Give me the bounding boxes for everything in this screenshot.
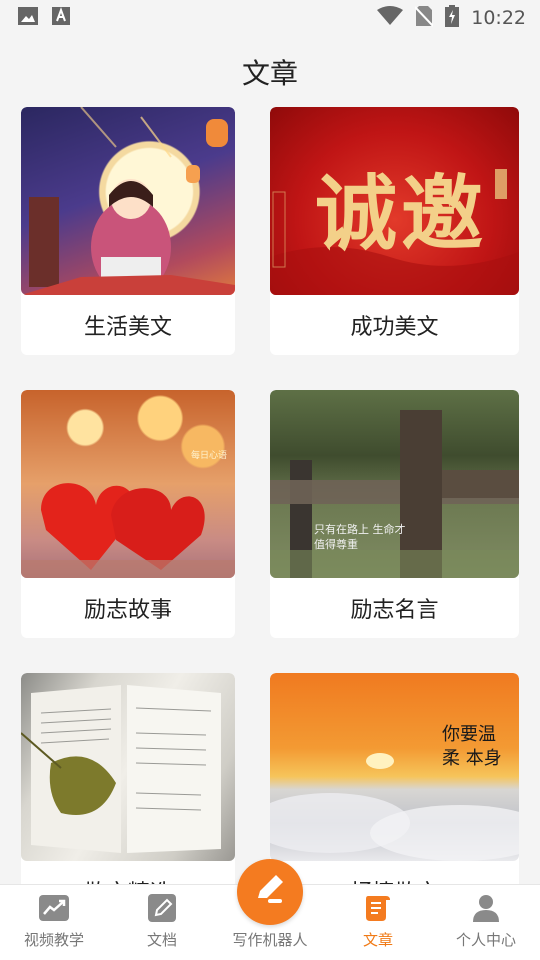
gallery-icon bbox=[18, 7, 38, 29]
wifi-icon bbox=[377, 6, 404, 30]
red-hearts-image: 每日心语 bbox=[21, 390, 235, 578]
image-caption-text: 每日心语 bbox=[191, 451, 228, 461]
nav-articles[interactable]: 文章 bbox=[324, 885, 432, 960]
battery-charging-icon bbox=[445, 5, 460, 31]
card-success-essays[interactable]: 诚邀 成功美文 bbox=[270, 107, 519, 355]
sunset-clouds-image: 你要温柔 本身 bbox=[270, 673, 519, 861]
card-label: 励志名言 bbox=[350, 598, 439, 623]
red-calligraphy-image: 诚邀 bbox=[270, 107, 519, 295]
nav-label: 写作机器人 bbox=[232, 931, 308, 949]
writing-robot-fab[interactable] bbox=[237, 859, 303, 925]
page-title: 文章 bbox=[241, 57, 298, 90]
nav-label: 视频教学 bbox=[23, 931, 84, 949]
card-label: 励志故事 bbox=[83, 598, 172, 623]
nav-documents[interactable]: 文档 bbox=[108, 885, 216, 960]
font-icon bbox=[52, 7, 70, 29]
card-inspiring-stories[interactable]: 每日心语 励志故事 bbox=[21, 390, 235, 638]
night-lantern-girl-image bbox=[21, 107, 235, 295]
image-calligraphy-text: 诚邀 bbox=[315, 166, 488, 262]
wooden-fence-image: 只有在路上 生命才值得尊重 bbox=[270, 390, 519, 578]
image-calligraphy-text: 你要温柔 本身 bbox=[442, 724, 502, 769]
pen-write-icon bbox=[252, 872, 288, 912]
article-scroll-icon bbox=[363, 893, 393, 923]
status-bar: 10:22 bbox=[0, 0, 540, 36]
video-teach-icon bbox=[39, 893, 69, 923]
nav-personal-center[interactable]: 个人中心 bbox=[432, 885, 540, 960]
open-book-image bbox=[21, 673, 235, 861]
nav-label: 文档 bbox=[146, 931, 177, 949]
image-quote-text: 只有在路上 生命才值得尊重 bbox=[314, 523, 406, 551]
card-label: 生活美文 bbox=[83, 315, 172, 340]
document-edit-icon bbox=[147, 893, 177, 923]
card-label: 成功美文 bbox=[350, 315, 439, 340]
nav-label: 个人中心 bbox=[455, 931, 516, 949]
card-life-essays[interactable]: 生活美文 bbox=[21, 107, 235, 355]
card-inspiring-quotes[interactable]: 只有在路上 生命才值得尊重 励志名言 bbox=[270, 390, 519, 638]
nav-video-teaching[interactable]: 视频教学 bbox=[0, 885, 108, 960]
nav-label: 文章 bbox=[362, 931, 393, 949]
no-sim-icon bbox=[414, 5, 434, 31]
person-icon bbox=[471, 893, 501, 923]
status-time: 10:22 bbox=[471, 7, 526, 29]
